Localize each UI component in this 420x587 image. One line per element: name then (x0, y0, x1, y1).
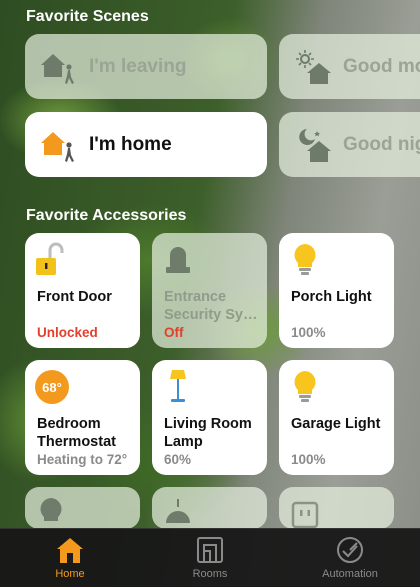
scene-label: I'm home (89, 133, 172, 155)
accessory-partial-bulb[interactable] (25, 487, 140, 529)
accessory-living-room-lamp[interactable]: Living Room Lamp 60% (152, 360, 267, 475)
bulb-icon (294, 244, 316, 275)
accessory-status: Heating to 72° (37, 452, 128, 467)
scene-label: Good nig (343, 133, 420, 155)
accessory-name: Garage Light (291, 416, 381, 432)
pendant-lamp-icon (166, 499, 190, 523)
accessory-name: Porch Light (291, 289, 372, 305)
floor-lamp-icon (170, 370, 186, 402)
lock-open-icon (36, 242, 64, 275)
accessory-name: Front Door (37, 289, 112, 305)
thermostat-icon: 68° (35, 370, 69, 404)
accessory-status: 60% (164, 452, 192, 467)
tab-label: Automation (322, 568, 378, 580)
accessory-front-door[interactable]: Front Door Unlocked (25, 233, 140, 348)
scene-label: I'm leaving (89, 55, 187, 77)
scene-im-leaving[interactable]: I'm leaving (25, 34, 267, 99)
tab-label: Rooms (192, 568, 228, 580)
house-leaving-icon (41, 53, 74, 84)
thermostat-temperature: 68° (42, 379, 62, 395)
scene-good-night[interactable]: Good nig (279, 112, 420, 177)
tab-rooms[interactable]: Rooms (140, 529, 280, 587)
accessory-status: 100% (291, 325, 326, 340)
tab-home[interactable]: Home (0, 529, 140, 587)
accessory-partial-pendant[interactable] (152, 487, 267, 529)
favorite-accessories-heading: Favorite Accessories (26, 207, 187, 224)
alarm-light-icon (166, 247, 190, 273)
tab-automation[interactable]: Automation (280, 529, 420, 587)
accessory-name: Living Room Lamp (164, 416, 252, 450)
accessory-name: Bedroom Thermostat (37, 416, 116, 450)
house-moon-icon (299, 128, 331, 162)
accessory-entrance-security[interactable]: Entrance Security Sy… Off (152, 233, 267, 348)
home-tab-icon (57, 538, 83, 563)
bulb-icon (40, 498, 62, 521)
accessory-status: Unlocked (37, 325, 98, 340)
house-sun-icon (296, 49, 331, 84)
accessory-garage-light[interactable]: Garage Light 100% (279, 360, 394, 475)
tab-label: Home (55, 568, 85, 580)
accessory-name: Entrance Security Sy… (164, 289, 258, 323)
accessory-partial-outlet[interactable] (279, 487, 394, 529)
tab-bar: Home Rooms Automation (0, 528, 420, 587)
accessory-porch-light[interactable]: Porch Light 100% (279, 233, 394, 348)
favorite-scenes-heading: Favorite Scenes (26, 8, 149, 25)
scene-im-home[interactable]: I'm home (25, 112, 267, 177)
accessory-bedroom-thermostat[interactable]: 68° Bedroom Thermostat Heating to 72° (25, 360, 140, 475)
outlet-icon (291, 501, 319, 529)
house-arriving-icon (41, 131, 74, 162)
accessory-status: 100% (291, 452, 326, 467)
accessory-status: Off (164, 325, 184, 340)
bulb-icon (294, 371, 316, 402)
scene-good-morning[interactable]: Good mo (279, 34, 420, 99)
automation-tab-icon (337, 537, 363, 563)
scene-label: Good mo (343, 55, 420, 77)
rooms-tab-icon (197, 537, 223, 563)
